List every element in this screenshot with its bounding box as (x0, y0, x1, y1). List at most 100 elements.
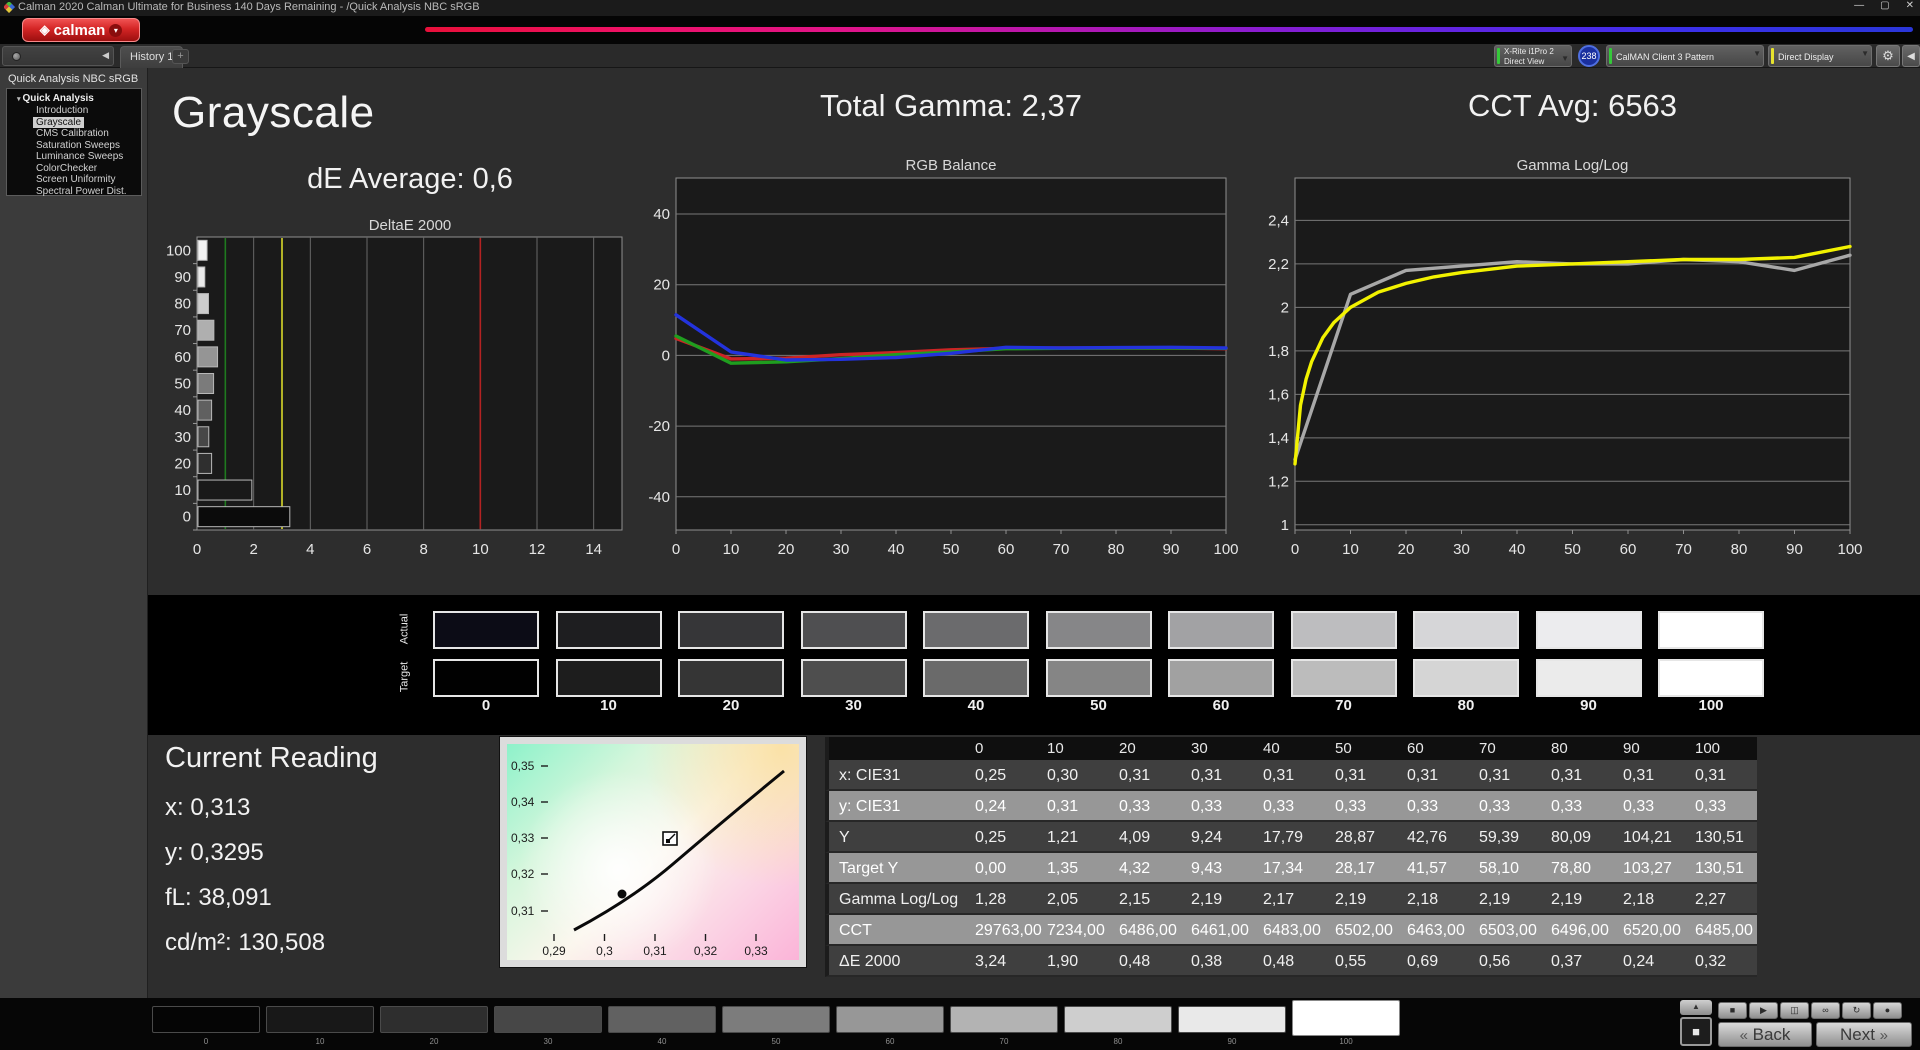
record-icon[interactable]: ● (1873, 1002, 1902, 1019)
pattern-swatch-0[interactable] (152, 1006, 260, 1033)
table-cell: 0,48 (1109, 946, 1181, 977)
svg-text:30: 30 (174, 429, 191, 446)
target-swatch-100 (1658, 659, 1764, 697)
back-icon: « (1739, 1027, 1748, 1044)
pattern-swatch-30[interactable] (494, 1006, 602, 1033)
layout-single-icon[interactable]: ■ (1680, 1017, 1712, 1046)
svg-text:8: 8 (419, 541, 427, 558)
svg-text:20: 20 (653, 277, 670, 294)
table-cell: 6496,00 (1541, 915, 1613, 946)
target-swatch-0 (433, 659, 539, 697)
reference-point-dot (617, 889, 627, 899)
svg-text:1,6: 1,6 (1268, 386, 1289, 403)
table-cell: 0,33 (1109, 791, 1181, 822)
table-cell: 0,00 (965, 853, 1037, 884)
table-cell: 130,51 (1685, 853, 1757, 884)
target-swatch-20 (678, 659, 784, 697)
rgb-balance-line-chart: 40 20 0 -20 -40 0 10 20 30 40 50 60 70 80 90 100 (648, 177, 1239, 558)
table-cell: 0,25 (965, 822, 1037, 853)
svg-text:20: 20 (1398, 541, 1415, 558)
target-swatch-70 (1290, 659, 1397, 697)
calman-app-window: Calman 2020 Calman Ultimate for Business… (0, 0, 1920, 1050)
gear-icon[interactable]: ⚙ (1876, 45, 1900, 67)
table-cell: 1,28 (965, 884, 1037, 915)
add-tab-button[interactable]: + (172, 49, 189, 64)
table-column-header: 70 (1479, 740, 1496, 757)
pattern-swatch-100[interactable] (1292, 1000, 1400, 1036)
de-average-value: dE Average: 0,6 (307, 163, 513, 195)
meter-status-bar (1609, 48, 1612, 64)
table-row: CCT 29763,00 7234,00 6486,00 6461,00 6483,00 6… (825, 915, 1757, 946)
sidebar-item-screen-uniformity[interactable]: Screen Uniformity (33, 174, 118, 186)
layout-up-icon[interactable]: ▲ (1680, 1000, 1712, 1015)
collapse-left-icon[interactable]: ◀ (102, 50, 109, 61)
workflow-title: Quick Analysis NBC sRGB (8, 73, 139, 85)
chevron-down-icon: ▼ (1561, 54, 1569, 63)
pattern-swatch-label: 20 (429, 1037, 439, 1046)
current-reading-cdm2: cd/m²: 130,508 (165, 929, 326, 956)
table-cell: 4,09 (1109, 822, 1181, 853)
table-cell: 28,17 (1325, 853, 1397, 884)
pattern-swatch-10[interactable] (266, 1006, 374, 1033)
pattern-swatch-50[interactable] (722, 1006, 830, 1033)
svg-text:90: 90 (1786, 541, 1803, 558)
maximize-icon[interactable]: ▢ (1880, 0, 1889, 11)
table-cell: 9,43 (1181, 853, 1253, 884)
refresh-icon[interactable]: ↻ (1842, 1002, 1871, 1019)
display-control-dropdown[interactable]: Direct Display Control ▼ (1768, 45, 1872, 67)
stop-icon[interactable]: ■ (1718, 1002, 1747, 1019)
continuous-icon[interactable]: ∞ (1811, 1002, 1840, 1019)
spectrum-divider (425, 27, 1913, 32)
target-swatch-50 (1045, 659, 1152, 697)
table-cell: 0,30 (1037, 760, 1109, 791)
next-button[interactable]: Next » (1816, 1022, 1912, 1047)
tree-root[interactable]: ▾ Quick Analysis (7, 93, 141, 105)
table-cell: 0,24 (1613, 946, 1685, 977)
table-cell: 17,79 (1253, 822, 1325, 853)
pattern-swatch-80[interactable] (1064, 1006, 1172, 1033)
table-row: x: CIE31 0,25 0,30 0,31 0,31 0,31 0,31 0,31 0,31… (825, 760, 1757, 791)
strip-column-label: 10 (600, 697, 617, 714)
pattern-swatch-90[interactable] (1178, 1006, 1286, 1033)
pattern-swatch-40[interactable] (608, 1006, 716, 1033)
collapse-panel-icon[interactable]: ◀ (1902, 45, 1920, 67)
strip-column-label: 40 (967, 697, 985, 714)
actual-swatch-50 (1045, 611, 1152, 649)
pattern-swatch-20[interactable] (380, 1006, 488, 1033)
close-icon[interactable]: ✕ (1906, 0, 1914, 11)
tree-collapse-icon: ▾ (17, 96, 21, 103)
calman-logo-button[interactable]: ◈ calman ▾ (22, 18, 140, 42)
svg-text:1,4: 1,4 (1268, 430, 1289, 447)
table-row: y: CIE31 0,24 0,31 0,33 0,33 0,33 0,33 0,33 0,33… (825, 791, 1757, 822)
sidebar-item-cms-calibration[interactable]: CMS Calibration (33, 128, 112, 140)
actual-swatch-60 (1168, 611, 1274, 649)
svg-text:70: 70 (1675, 541, 1692, 558)
minimize-icon[interactable]: — (1854, 0, 1864, 11)
table-cell: 28,87 (1325, 822, 1397, 853)
svg-text:40: 40 (888, 541, 905, 558)
single-measure-icon[interactable]: ◫ (1780, 1002, 1809, 1019)
table-cell: 78,80 (1541, 853, 1613, 884)
pattern-generator-dropdown[interactable]: CalMAN Client 3 Pattern Generator ▼ (1606, 45, 1764, 67)
dropdown-caret-icon: ▾ (109, 23, 123, 37)
svg-text:60: 60 (174, 349, 191, 366)
sidebar-item-spectral-power-dist-[interactable]: Spectral Power Dist. (33, 186, 130, 198)
sidebar-item-grayscale[interactable]: Grayscale (33, 116, 85, 128)
target-swatch-40 (923, 659, 1029, 697)
actual-swatch-20 (678, 611, 784, 649)
measurement-marker-icon (662, 831, 678, 846)
workspace-mini-panel[interactable]: ◀ (2, 46, 114, 66)
meter-count-badge[interactable]: 238 (1578, 45, 1600, 67)
gamma-chart-title: Gamma Log/Log (1516, 157, 1629, 174)
sidebar-item-saturation-sweeps[interactable]: Saturation Sweeps (33, 140, 123, 152)
meter-status-bar (1771, 48, 1774, 64)
sidebar-item-colorchecker[interactable]: ColorChecker (33, 163, 100, 175)
play-icon[interactable]: ▶ (1749, 1002, 1778, 1019)
meter-dropdown[interactable]: X-Rite i1Pro 2 Direct View ▼ (1494, 45, 1572, 67)
sidebar-item-luminance-sweeps[interactable]: Luminance Sweeps (33, 151, 126, 163)
back-button[interactable]: « Back (1718, 1022, 1812, 1047)
table-cell: 0,31 (1613, 760, 1685, 791)
sidebar-item-introduction[interactable]: Introduction (33, 105, 91, 117)
pattern-swatch-60[interactable] (836, 1006, 944, 1033)
pattern-swatch-70[interactable] (950, 1006, 1058, 1033)
